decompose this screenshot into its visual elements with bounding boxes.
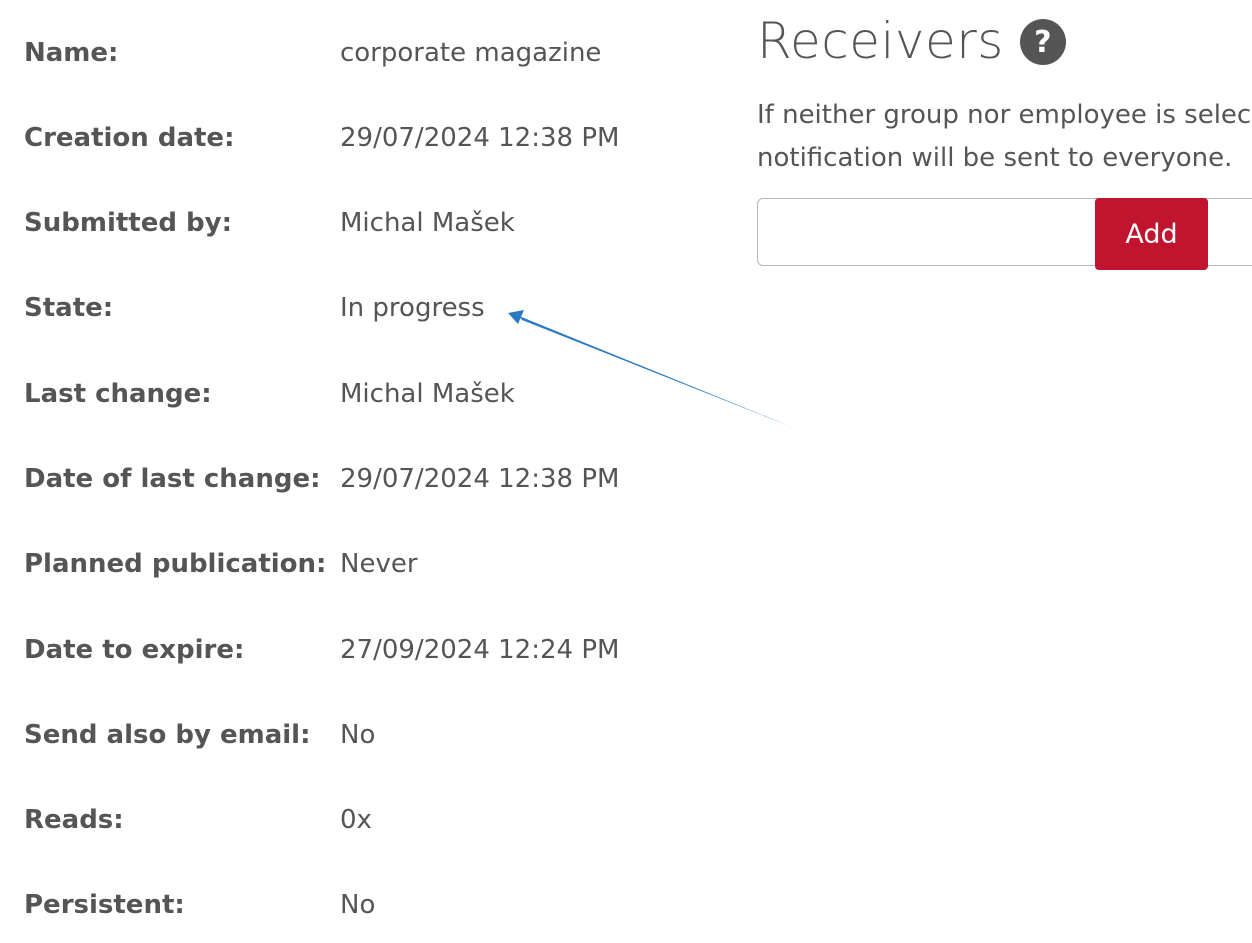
detail-value-submitted-by: Michal Mašek (340, 208, 515, 238)
detail-row-planned-publication: Planned publication: Never (24, 544, 418, 584)
detail-label-persistent: Persistent: (24, 890, 185, 920)
detail-label-submitted-by: Submitted by: (24, 208, 232, 238)
detail-label-creation-date: Creation date: (24, 123, 235, 153)
detail-row-date-of-last-change: Date of last change: 29/07/2024 12:38 PM (24, 459, 619, 499)
detail-row-reads: Reads: 0x (24, 800, 372, 840)
detail-row-date-to-expire: Date to expire: 27/09/2024 12:24 PM (24, 630, 619, 670)
detail-value-state: In progress (340, 293, 485, 323)
detail-value-reads: 0x (340, 805, 372, 835)
arrow-annotation-shaft (519, 316, 792, 427)
detail-label-date-of-last-change: Date of last change: (24, 464, 321, 494)
add-receiver-group: Add (757, 198, 1252, 270)
detail-value-date-of-last-change: 29/07/2024 12:38 PM (340, 464, 620, 494)
detail-row-persistent: Persistent: No (24, 885, 375, 925)
detail-label-name: Name: (24, 38, 119, 68)
detail-label-reads: Reads: (24, 805, 124, 835)
detail-value-persistent: No (340, 890, 376, 920)
receivers-title: Receivers (757, 12, 1004, 70)
receivers-header: Receivers ? (757, 12, 1066, 70)
detail-label-planned-publication: Planned publication: (24, 549, 327, 579)
notification-detail-page: Name: corporate magazine Creation date: … (0, 0, 1252, 943)
detail-row-submitted-by: Submitted by: Michal Mašek (24, 203, 515, 243)
detail-value-send-also-by-email: No (340, 720, 376, 750)
detail-label-last-change: Last change: (24, 379, 212, 409)
receivers-note-line-2: notification will be sent to everyone. (757, 143, 1233, 173)
detail-label-date-to-expire: Date to expire: (24, 635, 245, 665)
detail-value-date-to-expire: 27/09/2024 12:24 PM (340, 635, 620, 665)
add-button[interactable]: Add (1095, 198, 1208, 270)
arrow-annotation-head (508, 310, 524, 324)
receivers-note-line-1: If neither group nor employee is selec (757, 100, 1252, 130)
detail-row-send-also-by-email: Send also by email: No (24, 715, 375, 755)
detail-value-planned-publication: Never (340, 549, 418, 579)
detail-value-creation-date: 29/07/2024 12:38 PM (340, 123, 620, 153)
detail-row-name: Name: corporate magazine (24, 33, 601, 73)
detail-row-last-change: Last change: Michal Mašek (24, 374, 515, 414)
detail-label-state: State: (24, 293, 114, 323)
help-icon[interactable]: ? (1019, 19, 1066, 65)
detail-row-creation-date: Creation date: 29/07/2024 12:38 PM (24, 118, 619, 158)
detail-value-last-change: Michal Mašek (340, 379, 515, 409)
detail-label-send-also-by-email: Send also by email: (24, 720, 311, 750)
receivers-note: If neither group nor employee is selec n… (757, 94, 1251, 180)
detail-row-state: State: In progress (24, 288, 485, 328)
detail-value-name: corporate magazine (340, 38, 602, 68)
